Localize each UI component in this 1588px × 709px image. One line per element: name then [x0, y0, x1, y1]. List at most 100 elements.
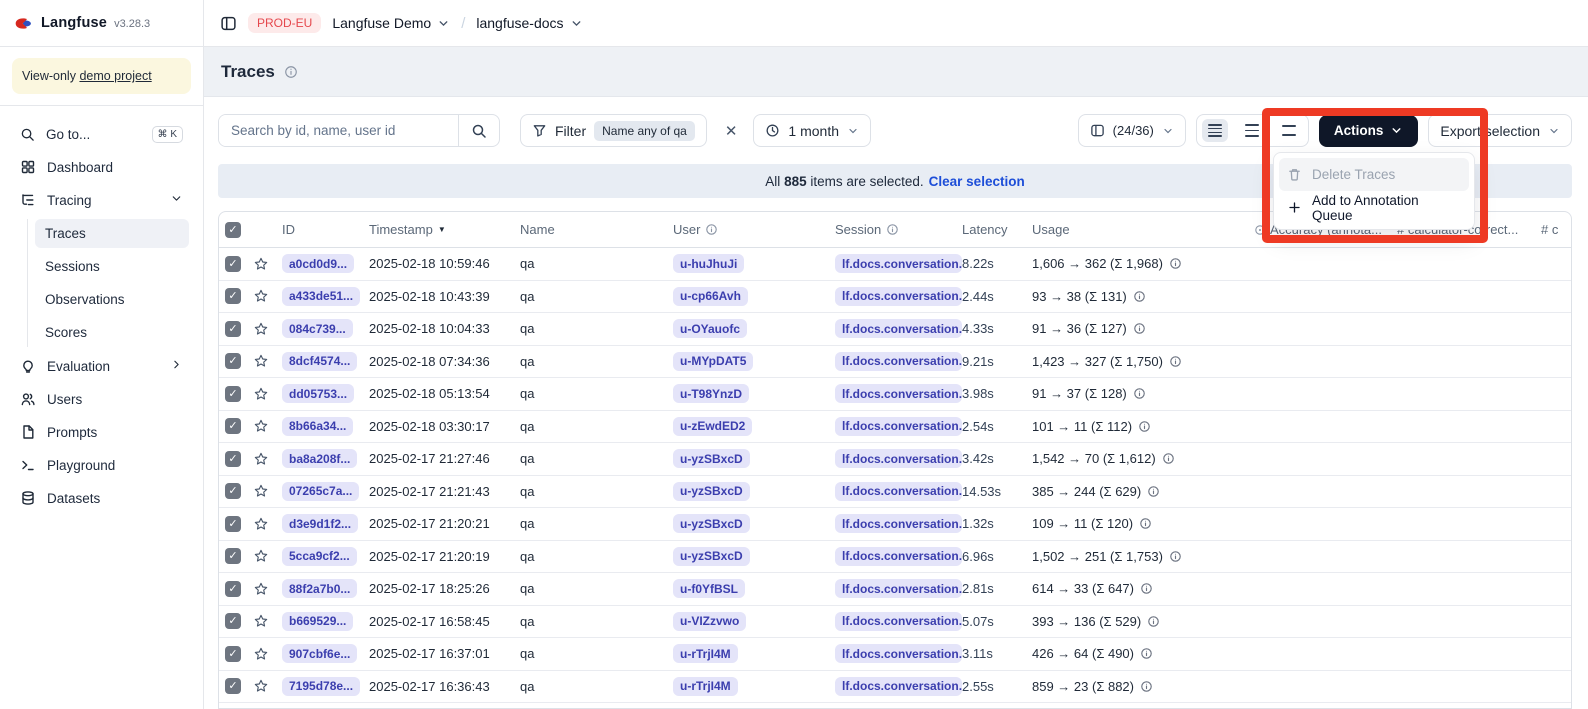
session-badge[interactable]: lf.docs.conversation... — [835, 254, 962, 273]
star-icon[interactable] — [253, 613, 269, 629]
header-cell-latency[interactable]: Latency — [962, 222, 1032, 237]
session-badge[interactable]: lf.docs.conversation... — [835, 482, 962, 501]
session-badge[interactable]: lf.docs.conversation... — [835, 579, 962, 598]
row-checkbox[interactable]: ✓ — [225, 678, 241, 694]
table-row[interactable]: ✓a0cd0d9...2025-02-18 10:59:46qau-huJhuJ… — [219, 248, 1571, 281]
session-badge[interactable]: lf.docs.conversation... — [835, 644, 962, 663]
header-cell-timestamp[interactable]: Timestamp▼ — [369, 222, 520, 237]
info-icon[interactable] — [1133, 387, 1146, 400]
row-checkbox[interactable]: ✓ — [225, 451, 241, 467]
table-row[interactable]: ✓5cca9cf2...2025-02-17 21:20:19qau-yzSBx… — [219, 541, 1571, 574]
star-icon[interactable] — [253, 288, 269, 304]
info-icon[interactable] — [1147, 615, 1160, 628]
star-icon[interactable] — [253, 581, 269, 597]
info-icon[interactable] — [1169, 550, 1182, 563]
table-row[interactable]: ✓dd05753...2025-02-18 05:13:54qau-T98Ynz… — [219, 378, 1571, 411]
row-checkbox[interactable]: ✓ — [225, 321, 241, 337]
time-range-button[interactable]: 1 month — [753, 114, 871, 147]
table-row[interactable]: ✓084c739...2025-02-18 10:04:33qau-OYauof… — [219, 313, 1571, 346]
user-badge[interactable]: u-yzSBxcD — [673, 482, 750, 501]
header-cell-user[interactable]: User — [667, 222, 829, 237]
id-badge[interactable]: dd05753... — [282, 384, 354, 403]
row-checkbox[interactable]: ✓ — [225, 386, 241, 402]
sidebar-item-users[interactable]: Users — [12, 384, 191, 414]
sidebar-item-dashboard[interactable]: Dashboard — [12, 152, 191, 182]
row-checkbox[interactable]: ✓ — [225, 418, 241, 434]
user-badge[interactable]: u-yzSBxcD — [673, 449, 750, 468]
user-badge[interactable]: u-OYauofc — [673, 319, 747, 338]
table-row[interactable]: ✓8b66a34...2025-02-18 03:30:17qau-zEwdED… — [219, 411, 1571, 444]
header-cell-session[interactable]: Session — [829, 222, 962, 237]
session-badge[interactable]: lf.docs.conversation... — [835, 612, 962, 631]
star-icon[interactable] — [253, 321, 269, 337]
user-badge[interactable]: u-cp66Avh — [673, 287, 748, 306]
id-badge[interactable]: 8dcf4574... — [282, 352, 357, 371]
id-badge[interactable]: a0cd0d9... — [282, 254, 354, 273]
id-badge[interactable]: ba8a208f... — [282, 449, 357, 468]
user-badge[interactable]: u-MYpDAT5 — [673, 352, 753, 371]
id-badge[interactable]: b669529... — [282, 612, 353, 631]
session-badge[interactable]: lf.docs.conversation... — [835, 449, 962, 468]
star-icon[interactable] — [253, 516, 269, 532]
star-icon[interactable] — [253, 678, 269, 694]
row-checkbox[interactable]: ✓ — [225, 548, 241, 564]
id-badge[interactable]: 07265c7a... — [282, 482, 359, 501]
table-row[interactable]: ✓88f2a7b0...2025-02-17 18:25:26qau-f0YfB… — [219, 573, 1571, 606]
sidebar-item-prompts[interactable]: Prompts — [12, 417, 191, 447]
id-badge[interactable]: 5cca9cf2... — [282, 547, 357, 566]
id-badge[interactable]: 907cbf6e... — [282, 644, 357, 663]
table-row[interactable]: ✓d3e9d1f2...2025-02-17 21:20:21qau-yzSBx… — [219, 508, 1571, 541]
table-row[interactable]: ✓a433de51...2025-02-18 10:43:39qau-cp66A… — [219, 281, 1571, 314]
columns-button[interactable]: (24/36) — [1078, 114, 1186, 147]
star-icon[interactable] — [253, 548, 269, 564]
sidebar-item-scores[interactable]: Scores — [35, 318, 189, 347]
user-badge[interactable]: u-zEwdED2 — [673, 417, 752, 436]
sidebar-item-tracing[interactable]: Tracing — [12, 185, 191, 215]
clear-filter-icon[interactable]: ✕ — [721, 118, 742, 144]
star-icon[interactable] — [253, 386, 269, 402]
user-badge[interactable]: u-rTrjI4M — [673, 644, 738, 663]
menu-item-add-to-annotation-queue[interactable]: Add to Annotation Queue — [1279, 191, 1469, 224]
info-icon[interactable] — [1169, 257, 1182, 270]
id-badge[interactable]: 7195d78e... — [282, 677, 360, 696]
id-badge[interactable]: a433de51... — [282, 287, 360, 306]
id-badge[interactable]: 084c739... — [282, 319, 353, 338]
session-badge[interactable]: lf.docs.conversation... — [835, 352, 962, 371]
info-icon[interactable] — [284, 65, 298, 79]
row-height-medium-button[interactable] — [1234, 115, 1271, 146]
info-icon[interactable] — [1169, 355, 1182, 368]
star-icon[interactable] — [253, 646, 269, 662]
id-badge[interactable]: 88f2a7b0... — [282, 579, 357, 598]
star-icon[interactable] — [253, 483, 269, 499]
org-breadcrumb[interactable]: Langfuse Demo — [332, 15, 450, 31]
info-icon[interactable] — [1162, 452, 1175, 465]
table-row[interactable]: ✓ba8a208f...2025-02-17 21:27:46qau-yzSBx… — [219, 443, 1571, 476]
select-all-checkbox[interactable]: ✓ — [225, 222, 241, 238]
row-height-small-button[interactable] — [1197, 115, 1234, 146]
user-badge[interactable]: u-VIZzvwo — [673, 612, 746, 631]
star-icon[interactable] — [253, 418, 269, 434]
clear-selection-link[interactable]: Clear selection — [929, 174, 1025, 189]
row-checkbox[interactable]: ✓ — [225, 581, 241, 597]
session-badge[interactable]: lf.docs.conversation... — [835, 417, 962, 436]
sidebar-item-playground[interactable]: Playground — [12, 450, 191, 480]
user-badge[interactable]: u-rTrjI4M — [673, 677, 738, 696]
info-icon[interactable] — [1147, 485, 1160, 498]
session-badge[interactable]: lf.docs.conversation... — [835, 287, 962, 306]
project-breadcrumb[interactable]: langfuse-docs — [476, 15, 582, 31]
info-icon[interactable] — [886, 223, 899, 236]
session-badge[interactable]: lf.docs.conversation... — [835, 319, 962, 338]
table-row[interactable]: ✓8dcf4574...2025-02-18 07:34:36qau-MYpDA… — [219, 346, 1571, 379]
star-icon[interactable] — [253, 256, 269, 272]
sidebar-item-sessions[interactable]: Sessions — [35, 252, 189, 281]
user-badge[interactable]: u-f0YfBSL — [673, 579, 745, 598]
row-checkbox[interactable]: ✓ — [225, 516, 241, 532]
star-icon[interactable] — [253, 353, 269, 369]
sidebar-toggle-icon[interactable] — [220, 15, 237, 32]
export-selection-button[interactable]: Export selection — [1428, 114, 1572, 147]
header-cell-usage[interactable]: Usage — [1032, 222, 1254, 237]
goto-button[interactable]: Go to...⌘ K — [12, 119, 191, 149]
info-icon[interactable] — [1133, 322, 1146, 335]
table-row[interactable]: ✓b669529...2025-02-17 16:58:45qau-VIZzvw… — [219, 606, 1571, 639]
user-badge[interactable]: u-huJhuJi — [673, 254, 744, 273]
